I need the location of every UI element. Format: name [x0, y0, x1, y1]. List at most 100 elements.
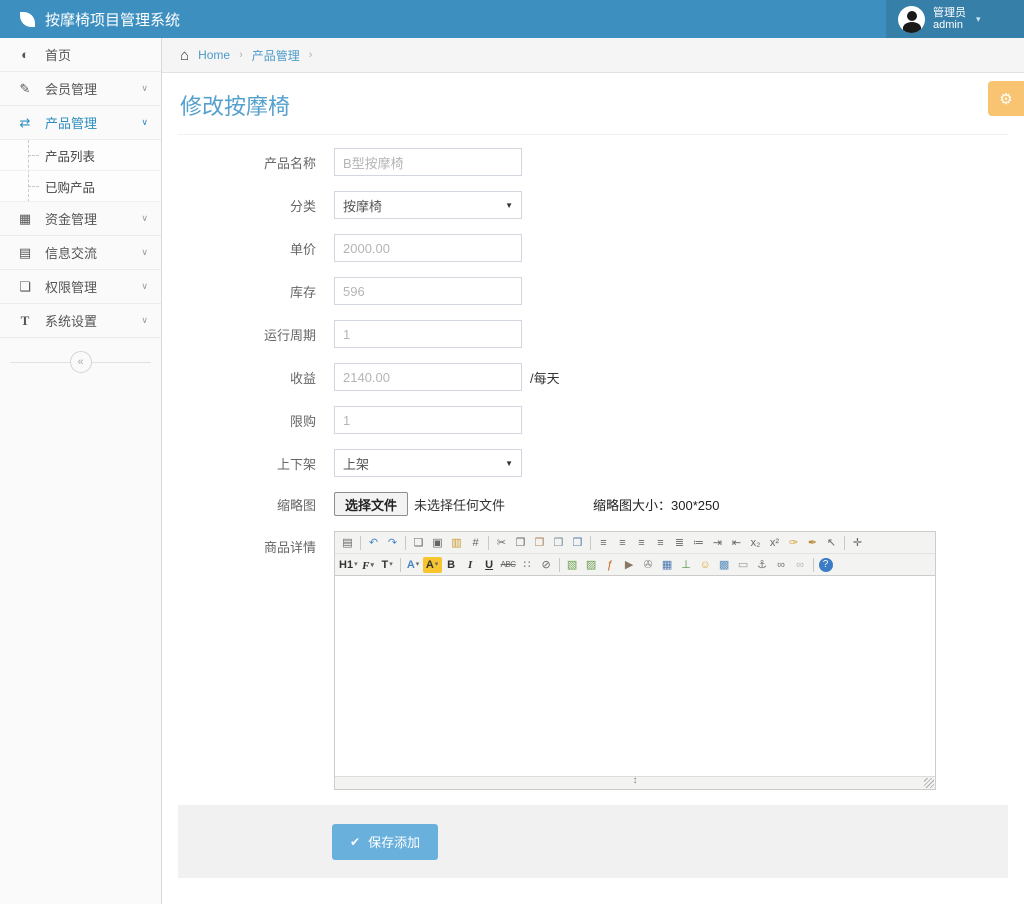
unlink-icon[interactable]: ∞ — [791, 556, 810, 574]
thumbnail-label: 缩略图 — [178, 495, 316, 514]
remove-format-icon[interactable]: ⊘ — [537, 556, 556, 574]
user-role: 管理员 — [933, 7, 966, 19]
unordered-list-icon[interactable]: ≔ — [689, 534, 708, 552]
dropdown-caret-icon: ▾ — [435, 561, 439, 568]
sidebar-item-settings[interactable]: T 系统设置 ∨ — [0, 304, 161, 338]
media-icon[interactable]: ▶ — [620, 556, 639, 574]
about-icon[interactable]: ? — [819, 558, 833, 572]
editor-content-area[interactable] — [335, 576, 935, 776]
settings-gear-button[interactable]: ⚙ — [988, 81, 1024, 116]
template-icon[interactable]: ▥ — [447, 534, 466, 552]
category-select[interactable]: 按摩椅 ▼ — [334, 191, 522, 219]
dropdown-caret-icon: ▾ — [389, 561, 393, 568]
source-icon[interactable]: ▤ — [338, 534, 357, 552]
fullscreen-icon[interactable]: ✛ — [848, 534, 867, 552]
paste-icon[interactable]: ❒ — [530, 534, 549, 552]
category-label: 分类 — [178, 196, 316, 215]
shelf-status-select[interactable]: 上架 ▼ — [334, 449, 522, 477]
sidebar-subitem-purchased-products[interactable]: 已购产品 — [0, 171, 161, 202]
underline-icon[interactable]: U — [480, 556, 499, 574]
subscript-icon[interactable]: x₂ — [746, 534, 765, 552]
user-menu[interactable]: 管理员 admin ▾ — [886, 0, 1024, 38]
sidebar-subitem-product-list[interactable]: 产品列表 — [0, 140, 161, 171]
sidebar-item-members[interactable]: ✎ 会员管理 ∨ — [0, 72, 161, 106]
purchase-limit-input[interactable] — [334, 406, 522, 434]
cut-icon[interactable]: ✂ — [492, 534, 511, 552]
hr-icon[interactable]: ⊥ — [677, 556, 696, 574]
breadcrumb-separator: › — [239, 49, 243, 61]
sidebar-item-home[interactable]: ◐ 首页 — [0, 38, 161, 72]
forecolor-button[interactable]: A▾ — [404, 556, 423, 574]
income-input[interactable] — [334, 363, 522, 391]
preview-icon[interactable]: ❏ — [409, 534, 428, 552]
bold-icon[interactable]: B — [442, 556, 461, 574]
link-icon[interactable]: ∞ — [772, 556, 791, 574]
copy-icon[interactable]: ❐ — [511, 534, 530, 552]
sidebar-item-products[interactable]: ⇄ 产品管理 ∨ — [0, 106, 161, 140]
income-label: 收益 — [178, 368, 316, 387]
redo-icon[interactable]: ↷ — [383, 534, 402, 552]
multi-image-icon[interactable]: ▨ — [582, 556, 601, 574]
align-center-icon[interactable]: ≡ — [613, 534, 632, 552]
code-icon[interactable]: # — [466, 534, 485, 552]
align-left-icon[interactable]: ≡ — [594, 534, 613, 552]
chevron-down-icon: ∨ — [141, 281, 148, 292]
flash-icon[interactable]: ƒ — [601, 556, 620, 574]
sidebar-collapse-bar: « — [0, 351, 161, 373]
quick-format-icon[interactable]: ✒ — [803, 534, 822, 552]
italic-icon[interactable]: I — [461, 556, 480, 574]
toolbar-separator — [813, 558, 814, 572]
anchor-icon[interactable]: ⚓ — [753, 556, 772, 574]
dropdown-caret-icon: ▾ — [370, 561, 374, 569]
hilitecolor-button[interactable]: A▾ — [423, 557, 442, 573]
product-name-input[interactable] — [334, 148, 522, 176]
select-caret-icon: ▼ — [505, 201, 513, 210]
breadcrumb-products-link[interactable]: 产品管理 — [252, 47, 300, 64]
stock-label: 库存 — [178, 282, 316, 301]
dropdown-caret-icon: ▾ — [354, 561, 358, 568]
paste-text-icon[interactable]: ❒ — [549, 534, 568, 552]
superscript-icon[interactable]: x² — [765, 534, 784, 552]
table-icon[interactable]: ▦ — [658, 556, 677, 574]
save-button[interactable]: ✔ 保存添加 — [332, 824, 438, 860]
select-all-icon[interactable]: ↖ — [822, 534, 841, 552]
fontsize-dropdown[interactable]: T▾ — [378, 556, 397, 574]
emoticons-icon[interactable]: ☺ — [696, 556, 715, 574]
map-icon[interactable]: ▩ — [715, 556, 734, 574]
toolbar-separator — [488, 536, 489, 550]
unit-price-input[interactable] — [334, 234, 522, 262]
print-icon[interactable]: ▣ — [428, 534, 447, 552]
ordered-list-icon[interactable]: ≣ — [670, 534, 689, 552]
run-cycle-input[interactable] — [334, 320, 522, 348]
align-right-icon[interactable]: ≡ — [632, 534, 651, 552]
image-icon[interactable]: ▧ — [563, 556, 582, 574]
clear-format-icon[interactable]: ✑ — [784, 534, 803, 552]
app-title: 按摩椅项目管理系统 — [45, 9, 180, 30]
form-footer: ✔ 保存添加 — [178, 805, 1008, 878]
stock-input[interactable] — [334, 277, 522, 305]
editor-resize-handle[interactable]: ↕ — [633, 775, 638, 786]
dropdown-caret-icon: ▾ — [416, 561, 420, 568]
undo-icon[interactable]: ↶ — [364, 534, 383, 552]
sidebar-item-messages[interactable]: ▤ 信息交流 ∨ — [0, 236, 161, 270]
pagebreak-icon[interactable]: ▭ — [734, 556, 753, 574]
strikethrough-icon[interactable]: ABC — [499, 556, 518, 574]
outdent-icon[interactable]: ⇤ — [727, 534, 746, 552]
editor-corner-grip[interactable] — [924, 778, 934, 788]
lineheight-icon[interactable]: ∷ — [518, 556, 537, 574]
sidebar-collapse-button[interactable]: « — [70, 351, 92, 373]
paste-word-icon[interactable]: ❒ — [568, 534, 587, 552]
user-avatar — [898, 6, 925, 33]
fontname-dropdown[interactable]: F▾ — [359, 556, 378, 574]
sidebar-item-funds[interactable]: ▦ 资金管理 ∨ — [0, 202, 161, 236]
heading-dropdown[interactable]: H1▾ — [338, 556, 359, 574]
box-header: 修改按摩椅 — [178, 87, 1008, 135]
sidebar-item-permissions[interactable]: ❏ 权限管理 ∨ — [0, 270, 161, 304]
attachment-icon[interactable]: ✇ — [639, 556, 658, 574]
breadcrumb-home-link[interactable]: Home — [198, 48, 230, 62]
justify-icon[interactable]: ≡ — [651, 534, 670, 552]
toolbar-separator — [400, 558, 401, 572]
indent-icon[interactable]: ⇥ — [708, 534, 727, 552]
editor-toolbar-row1: ▤↶↷❏▣▥#✂❐❒❒❒≡≡≡≡≣≔⇥⇤x₂x²✑✒↖✛ — [335, 532, 935, 554]
choose-file-button[interactable]: 选择文件 — [334, 492, 408, 516]
